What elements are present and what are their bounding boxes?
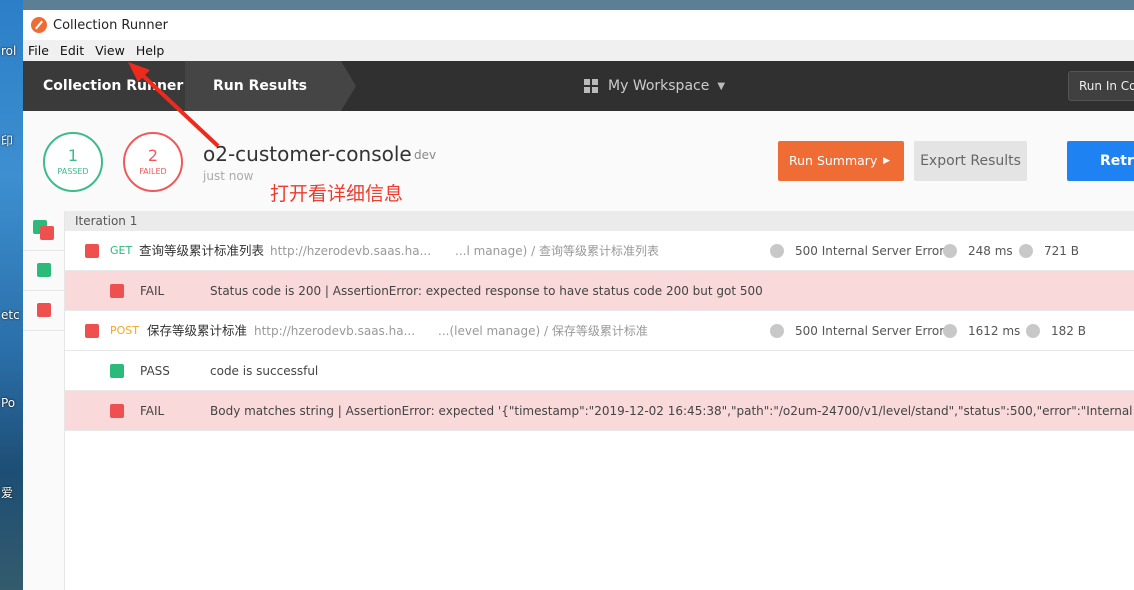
title-bar[interactable]: Collection Runner [23, 10, 1134, 40]
status-fail-icon [40, 226, 54, 240]
status-fail-icon [37, 303, 51, 317]
request-method: GET [110, 244, 133, 257]
response-status: 500 Internal Server Error [795, 324, 945, 338]
test-result: PASS [140, 364, 170, 378]
status-dot-icon [770, 324, 784, 338]
breadcrumb-collection-runner[interactable]: Collection Runner [23, 61, 200, 111]
status-fail-icon [85, 324, 99, 338]
passed-count-badge: 1 PASSED [43, 132, 103, 192]
desktop-icon-label[interactable]: 爱 [1, 484, 13, 501]
response-time: 248 ms [968, 244, 1013, 258]
failed-count: 2 [147, 146, 159, 165]
sidebar-request-cell[interactable] [23, 251, 65, 291]
request-status-sidebar [23, 211, 65, 590]
request-row[interactable]: POST 保存等级累计标准 http://hzerodevb.saas.ha..… [65, 311, 1134, 351]
caret-right-icon: ▶ [883, 156, 890, 166]
status-fail-icon [110, 284, 124, 298]
desktop-icon-label[interactable]: rol [1, 44, 16, 58]
iteration-header: Iteration 1 [65, 211, 1134, 231]
failed-label: FAILED [139, 167, 167, 176]
failed-count-badge: 2 FAILED [123, 132, 183, 192]
window-title: Collection Runner [53, 17, 168, 33]
status-fail-icon [85, 244, 99, 258]
test-result-row: PASS code is successful [65, 351, 1134, 391]
time-dot-icon [943, 324, 957, 338]
export-results-button[interactable]: Export Results [914, 141, 1027, 181]
sidebar-iteration-cell[interactable] [23, 211, 65, 251]
top-nav: Collection Runner Run Results My Workspa… [23, 61, 1134, 111]
request-row[interactable]: GET 查询等级累计标准列表 http://hzerodevb.saas.ha.… [65, 231, 1134, 271]
test-message: Body matches string | AssertionError: ex… [210, 404, 1134, 418]
collection-name: o2-customer-console [203, 142, 412, 166]
response-status: 500 Internal Server Error [795, 244, 945, 258]
desktop-icon-label[interactable]: etc [1, 308, 20, 322]
test-result: FAIL [140, 404, 165, 418]
test-result: FAIL [140, 284, 165, 298]
request-path: ...(level manage) / 保存等级累计标准 [438, 324, 648, 338]
menu-file[interactable]: File [28, 43, 49, 58]
test-message: Status code is 200 | AssertionError: exp… [210, 284, 763, 298]
workspace-grid-icon [584, 79, 598, 93]
status-pass-icon [37, 263, 51, 277]
passed-label: PASSED [57, 167, 89, 176]
workspace-selector[interactable]: My Workspace ▼ [584, 61, 725, 111]
collection-runner-window: Collection Runner File Edit View Help Co… [23, 10, 1134, 590]
response-size: 182 B [1051, 324, 1086, 338]
retry-button[interactable]: Retry [1067, 141, 1134, 181]
run-summary-label: Run Summary [789, 153, 878, 168]
response-size: 721 B [1044, 244, 1079, 258]
red-annotation-text: 打开看详细信息 [270, 183, 404, 205]
size-dot-icon [1026, 324, 1040, 338]
status-pass-icon [110, 364, 124, 378]
time-dot-icon [943, 244, 957, 258]
environment-name: dev [414, 148, 437, 162]
passed-count: 1 [67, 146, 79, 165]
request-name: 查询等级累计标准列表 [139, 243, 265, 258]
request-path: ...l manage) / 查询等级累计标准列表 [455, 244, 659, 258]
request-name: 保存等级累计标准 [147, 323, 248, 338]
postman-app-icon [31, 17, 47, 33]
menu-view[interactable]: View [95, 43, 125, 58]
breadcrumb-run-results[interactable]: Run Results [185, 61, 356, 111]
status-fail-icon [110, 404, 124, 418]
run-time: just now [203, 169, 254, 183]
workspace-label: My Workspace [608, 78, 710, 94]
results-panel: Iteration 1 GET 查询等级累计标准列表 http://hzerod… [23, 211, 1134, 590]
menu-edit[interactable]: Edit [60, 43, 84, 58]
request-url: http://hzerodevb.saas.ha... [270, 244, 432, 258]
test-result-row: FAIL Body matches string | AssertionErro… [65, 391, 1134, 431]
desktop-icon-label[interactable]: Po [1, 396, 15, 410]
menu-bar: File Edit View Help [23, 40, 1134, 61]
desktop-background: rol 印 etc Po 爱 [0, 0, 23, 590]
request-url: http://hzerodevb.saas.ha... [254, 324, 416, 338]
test-message: code is successful [210, 364, 319, 378]
desktop-icon-label[interactable]: 印 [1, 132, 13, 149]
size-dot-icon [1019, 244, 1033, 258]
status-dot-icon [770, 244, 784, 258]
sidebar-request-cell[interactable] [23, 291, 65, 331]
test-result-row: FAIL Status code is 200 | AssertionError… [65, 271, 1134, 311]
run-summary-button[interactable]: Run Summary ▶ [778, 141, 904, 181]
request-method: POST [110, 324, 139, 337]
chevron-down-icon: ▼ [717, 80, 726, 92]
response-time: 1612 ms [968, 324, 1021, 338]
run-in-console-button[interactable]: Run In Console [1068, 71, 1134, 101]
menu-help[interactable]: Help [136, 43, 165, 58]
run-summary-header: 1 PASSED 2 FAILED o2-customer-console de… [23, 111, 1134, 211]
